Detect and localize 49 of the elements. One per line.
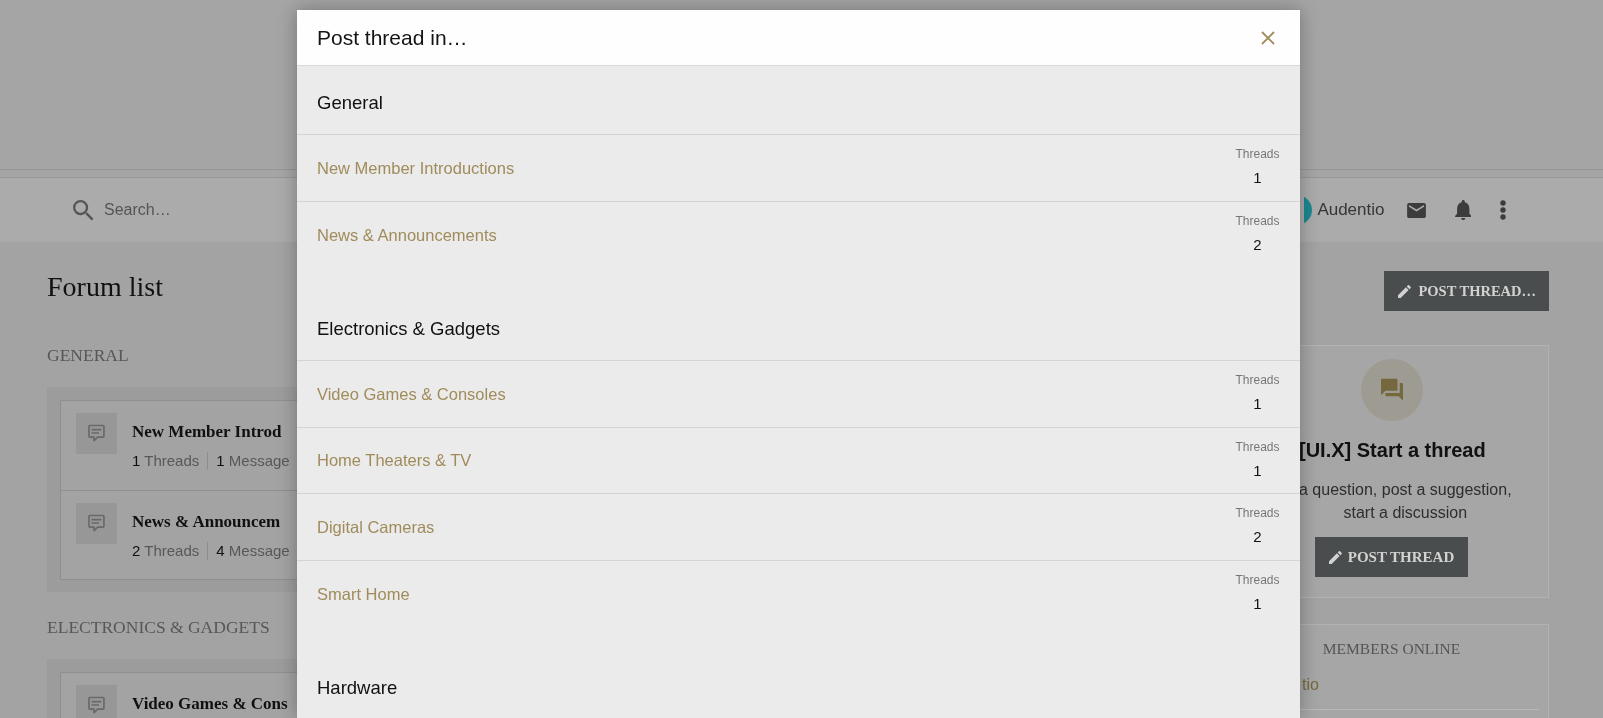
- section-title: MEMBERS ONLINE: [1322, 639, 1461, 659]
- card-description: a question, post a suggestion, start a discussion: [1299, 480, 1512, 523]
- forum-link[interactable]: Smart Home: [317, 582, 410, 605]
- bell-icon[interactable]: [1454, 200, 1471, 220]
- forum-link[interactable]: News & Announcements: [317, 223, 497, 246]
- category-title[interactable]: ELECTRONICS & GADGETS: [47, 616, 270, 638]
- forum-link[interactable]: Video Games & Consoles: [317, 382, 506, 405]
- pencil-icon: [1328, 550, 1342, 564]
- category-title[interactable]: GENERAL: [47, 344, 129, 366]
- modal-title: Post thread in…: [317, 24, 468, 51]
- close-icon[interactable]: [1261, 30, 1275, 45]
- mail-icon[interactable]: [1406, 202, 1426, 218]
- post-thread-button[interactable]: POST THREAD: [1314, 537, 1469, 577]
- forum-link[interactable]: New Member Introductions: [317, 156, 515, 179]
- username-link[interactable]: Audentio: [1317, 199, 1385, 221]
- thread-count: 1: [1253, 168, 1262, 189]
- thread-count: 2: [1253, 235, 1262, 256]
- message-count: 4 Message: [216, 541, 290, 561]
- category-title[interactable]: General: [317, 90, 383, 115]
- stat-label: Threads: [1235, 439, 1280, 455]
- page-title: Forum list: [47, 270, 163, 304]
- thread-count: 1 Threads: [132, 451, 200, 471]
- pencil-icon: [1398, 284, 1412, 298]
- category-title[interactable]: Hardware: [317, 675, 398, 700]
- forum-title[interactable]: New Member Introd: [132, 421, 282, 443]
- stat-label: Threads: [1235, 373, 1280, 389]
- thread-count: 1: [1253, 394, 1262, 415]
- more-options-icon[interactable]: [1500, 200, 1506, 220]
- forum-title[interactable]: Video Games & Cons: [132, 693, 288, 715]
- stat-label: Threads: [1235, 147, 1280, 163]
- forum-link[interactable]: Digital Cameras: [317, 515, 435, 538]
- thread-count: 1: [1253, 460, 1262, 481]
- search-field[interactable]: Search…: [104, 201, 254, 219]
- thread-count: 2: [1253, 527, 1262, 548]
- stat-label: Threads: [1235, 506, 1280, 522]
- forum-link[interactable]: Home Theaters & TV: [317, 449, 472, 472]
- comment-icon: [76, 503, 117, 544]
- thread-count: 2 Threads: [132, 541, 200, 561]
- comment-icon: [76, 413, 117, 454]
- card-title: [UI.X] Start a thread: [1299, 438, 1486, 463]
- forum-title[interactable]: News & Announcem: [132, 511, 281, 533]
- message-count: 1 Message: [216, 451, 290, 471]
- stat-label: Threads: [1235, 573, 1280, 589]
- chat-bubbles-icon: [1360, 359, 1423, 421]
- thread-count: 1: [1253, 594, 1262, 615]
- category-title[interactable]: Electronics & Gadgets: [317, 316, 501, 341]
- search-icon[interactable]: [73, 199, 94, 221]
- post-thread-button[interactable]: POST THREAD…: [1384, 271, 1549, 311]
- stat-label: Threads: [1235, 214, 1280, 230]
